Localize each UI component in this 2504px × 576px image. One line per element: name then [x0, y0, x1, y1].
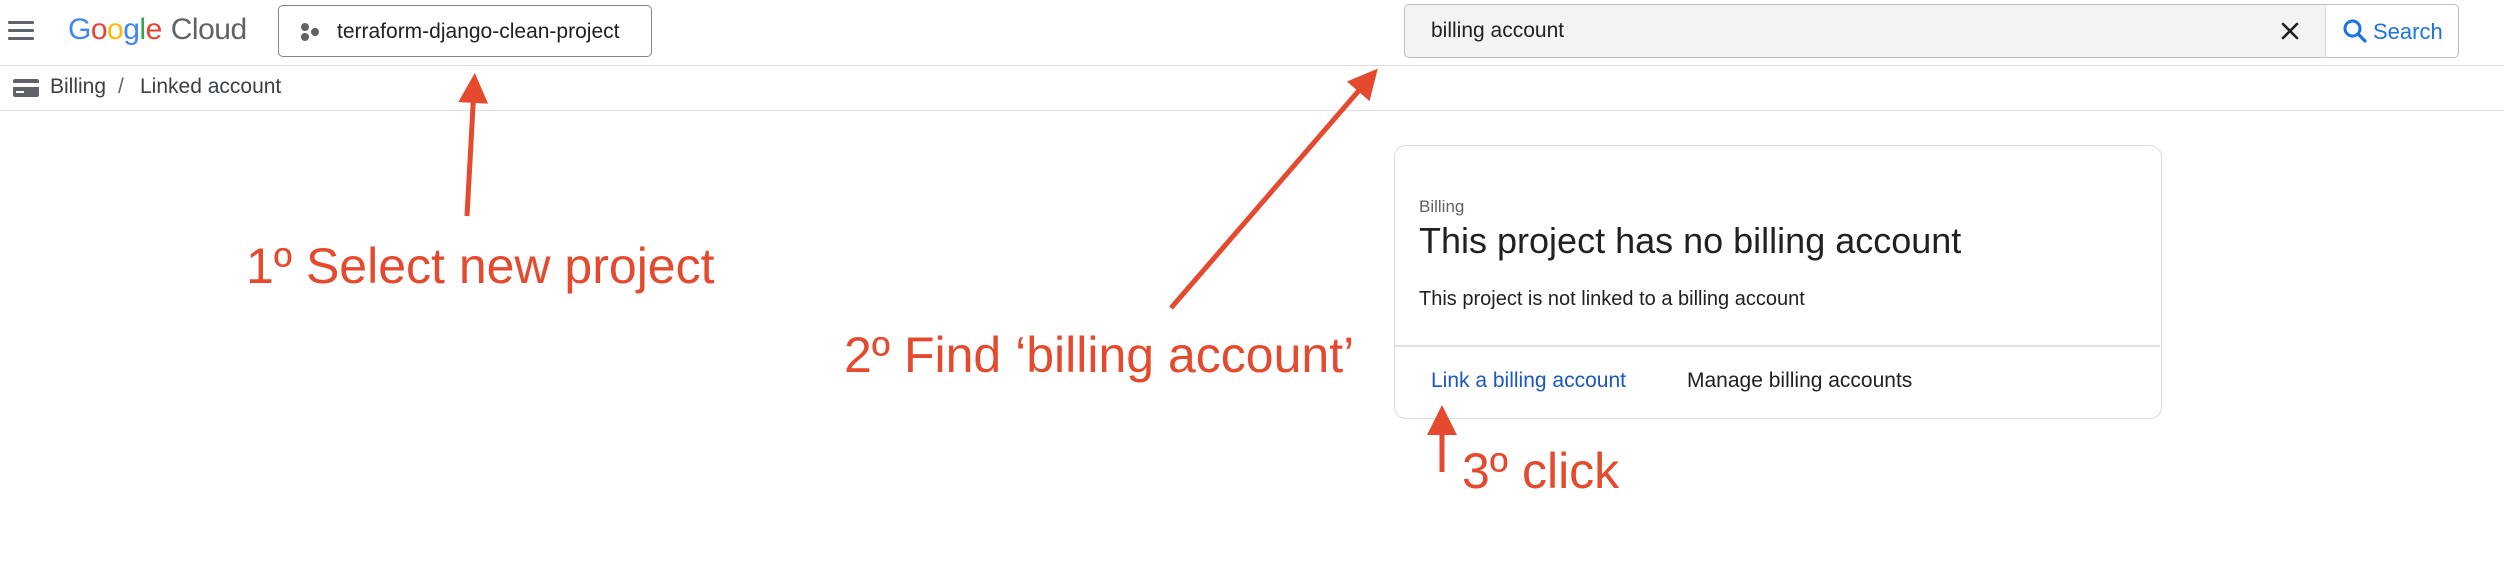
annotation-step-3: 3º click	[1462, 443, 1620, 499]
menu-icon[interactable]	[8, 17, 36, 45]
link-billing-account-button[interactable]: Link a billing account	[1431, 369, 1626, 393]
top-bar: Google Cloud terraform-django-clean-proj…	[0, 0, 2504, 66]
manage-billing-accounts-button[interactable]: Manage billing accounts	[1687, 369, 1912, 393]
breadcrumb-separator: /	[118, 75, 124, 98]
breadcrumb-linked-account: Linked account	[140, 75, 282, 98]
logo-cloud-text: Cloud	[170, 13, 247, 46]
card-eyebrow: Billing	[1419, 197, 1465, 216]
project-name: terraform-django-clean-project	[337, 20, 620, 43]
page: Google Cloud terraform-django-clean-proj…	[0, 0, 2504, 576]
billing-icon	[13, 79, 39, 97]
annotation-arrow-2	[1169, 68, 1378, 310]
logo-letter: g	[123, 13, 140, 46]
search-button[interactable]: Search	[2325, 4, 2459, 58]
logo-letter: e	[145, 13, 163, 46]
breadcrumb: Billing / Linked account	[0, 67, 2504, 111]
google-cloud-logo[interactable]: Google Cloud	[68, 10, 247, 50]
breadcrumb-billing[interactable]: Billing	[50, 75, 106, 99]
project-picker-button[interactable]: terraform-django-clean-project	[278, 5, 652, 57]
card-body-text: This project is not linked to a billing …	[1419, 288, 1805, 310]
logo-google-text: Google	[68, 13, 162, 47]
logo-letter: o	[107, 13, 124, 46]
billing-card: Billing This project has no billing acco…	[1394, 145, 2162, 419]
card-divider	[1395, 345, 2160, 347]
project-icon	[301, 23, 319, 41]
logo-letter: o	[90, 13, 108, 46]
search-bar	[1404, 4, 2328, 58]
annotation-step-2: 2º Find ‘billing account’	[844, 327, 1355, 383]
annotation-step-1: 1º Select new project	[246, 238, 715, 294]
search-input[interactable]	[1405, 5, 2275, 56]
search-icon	[2343, 19, 2367, 43]
close-icon[interactable]	[2277, 18, 2303, 44]
card-title: This project has no billing account	[1419, 220, 1962, 261]
logo-letter: G	[68, 13, 91, 46]
search-button-label: Search	[2373, 19, 2443, 44]
